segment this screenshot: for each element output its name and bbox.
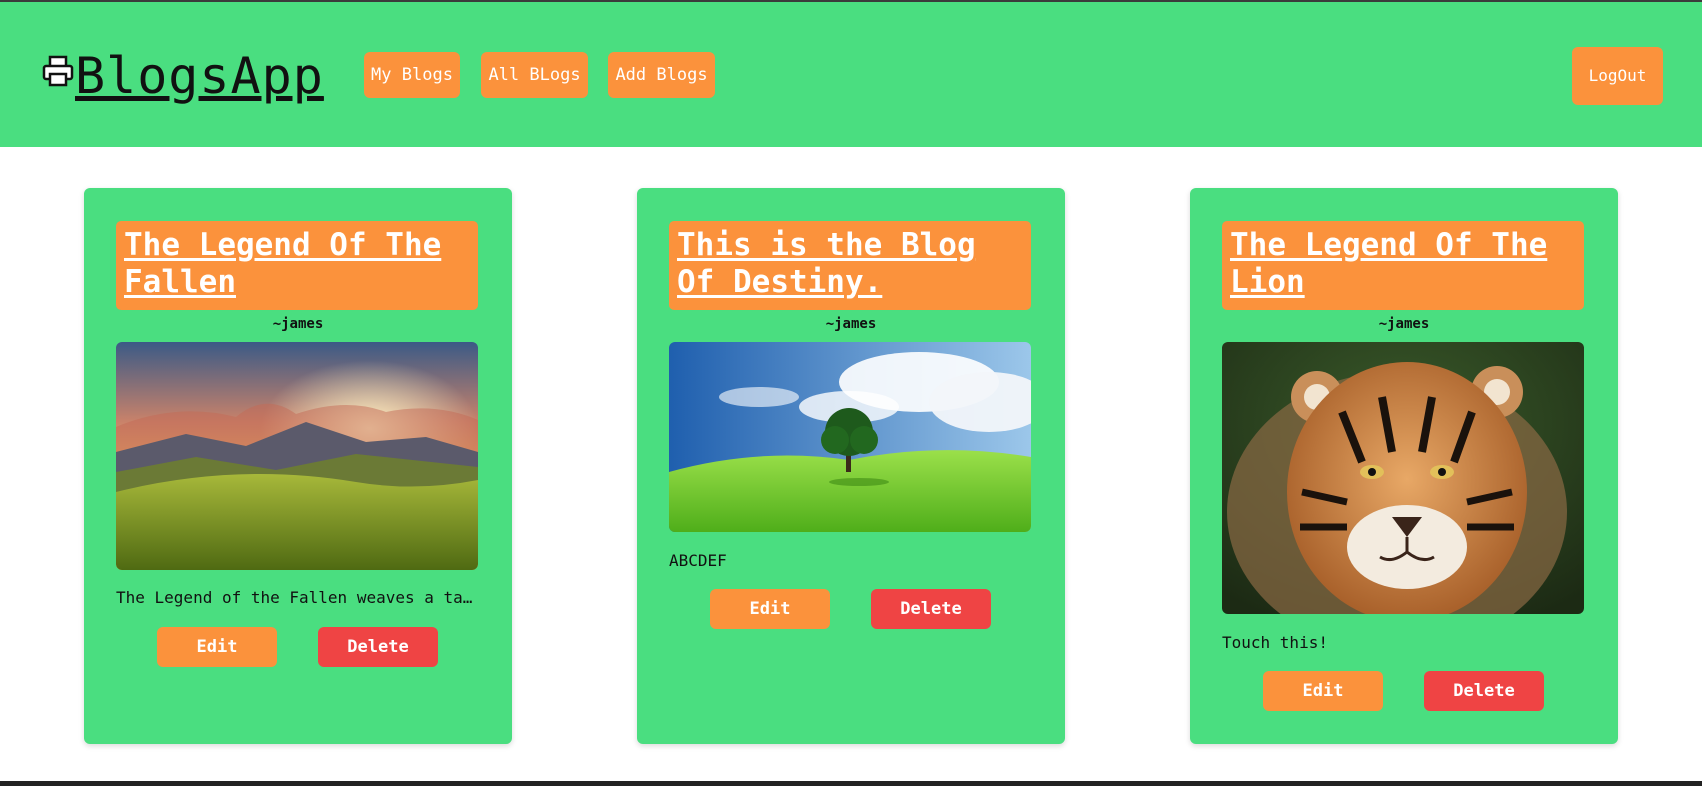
blog-title-box: The Legend Of The Fallen (116, 221, 478, 310)
edit-button[interactable]: Edit (710, 589, 830, 629)
blog-title-link[interactable]: The Legend Of The Fallen (124, 227, 470, 301)
blog-author: ~james (272, 316, 324, 332)
blog-description: Touch this! (1222, 633, 1328, 652)
blog-title-link[interactable]: This is the Blog Of Destiny. (677, 227, 1023, 301)
logout-button[interactable]: LogOut (1572, 47, 1663, 105)
blog-title-box: The Legend Of The Lion (1222, 221, 1584, 310)
blog-title-link[interactable]: The Legend Of The Lion (1230, 227, 1576, 301)
bottom-border (0, 781, 1702, 786)
blog-card: The Legend Of The Lion ~james Touch this… (1190, 188, 1618, 744)
delete-button[interactable]: Delete (1424, 671, 1544, 711)
all-blogs-button[interactable]: All BLogs (481, 52, 588, 98)
blog-card: This is the Blog Of Destiny. ~james ABCD… (637, 188, 1065, 744)
blog-description: The Legend of the Fallen weaves a ta… (116, 588, 473, 607)
blog-title-box: This is the Blog Of Destiny. (669, 221, 1031, 310)
delete-button[interactable]: Delete (318, 627, 438, 667)
tiger-image (1222, 342, 1584, 614)
brand-name: BlogsApp (75, 47, 324, 105)
brand-link[interactable]: BlogsApp (41, 46, 324, 106)
my-blogs-button[interactable]: My Blogs (364, 52, 460, 98)
edit-button[interactable]: Edit (157, 627, 277, 667)
green-field-tree-image (669, 342, 1031, 532)
navbar: BlogsApp My Blogs All BLogs Add Blogs Lo… (0, 2, 1702, 147)
blog-author: ~james (1378, 316, 1430, 332)
mountain-sunset-image (116, 342, 478, 570)
edit-button[interactable]: Edit (1263, 671, 1383, 711)
delete-button[interactable]: Delete (871, 589, 991, 629)
blog-author: ~james (825, 316, 877, 332)
blog-description: ABCDEF (669, 551, 727, 570)
blog-card: The Legend Of The Fallen ~james The Lege… (84, 188, 512, 744)
add-blogs-button[interactable]: Add Blogs (608, 52, 715, 98)
printer-icon (42, 55, 74, 87)
